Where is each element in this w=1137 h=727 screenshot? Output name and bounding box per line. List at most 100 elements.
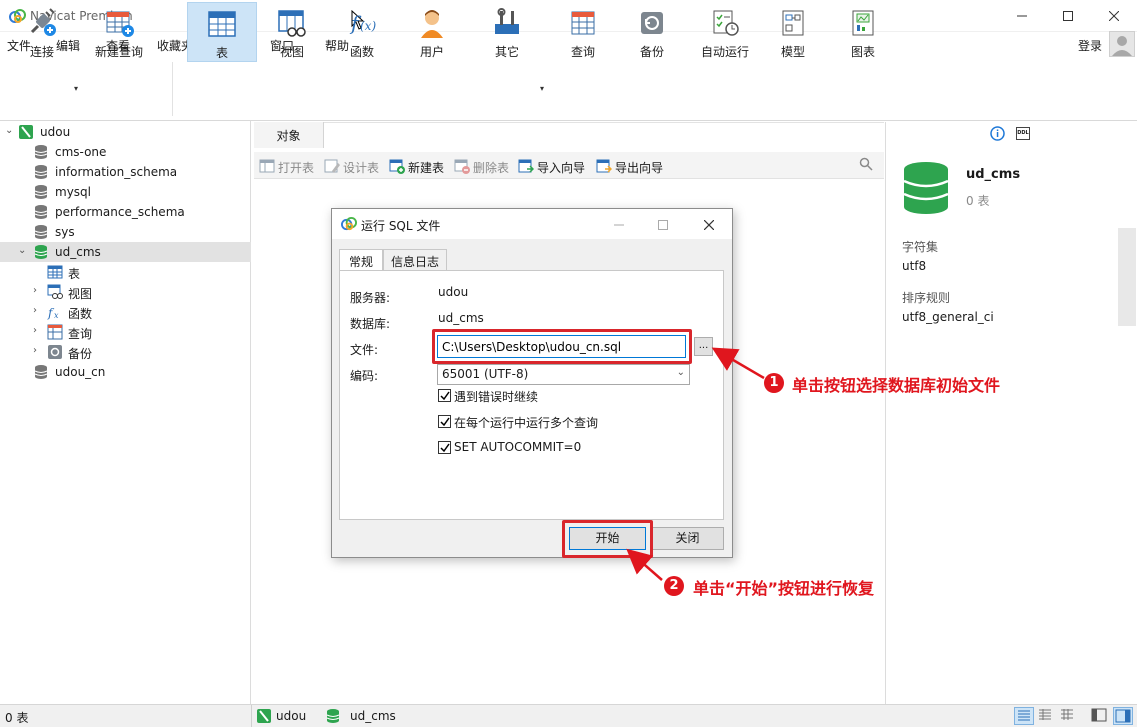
toolbar-chart-label: 图表	[850, 45, 875, 59]
expand-arrow-icon[interactable]: ›	[33, 345, 37, 356]
new-table-icon	[389, 159, 405, 174]
query-icon	[47, 324, 63, 340]
view-detail-button[interactable]	[1036, 707, 1056, 725]
toolbar-new-query-button[interactable]: 新建查询	[88, 2, 150, 62]
design-table-label: 设计表	[343, 161, 380, 175]
dialog-close-button[interactable]	[703, 219, 715, 233]
database-icon	[34, 165, 48, 179]
tab-objects[interactable]: 对象	[254, 122, 324, 148]
tree-node-tables[interactable]: 表	[0, 262, 251, 282]
toolbar-chart-button[interactable]: 图表	[832, 2, 894, 62]
export-wizard-label: 导出向导	[615, 161, 664, 175]
toolbar-query-button[interactable]: 查询	[552, 2, 614, 62]
grid-view-icon	[1061, 709, 1073, 720]
continue-on-error-checkbox[interactable]	[438, 389, 451, 402]
dialog-minimize-button[interactable]	[614, 219, 624, 233]
tree-db-label: cms-one	[55, 145, 107, 159]
toolbar-user-button[interactable]: 用户	[400, 2, 464, 62]
export-icon	[596, 159, 612, 173]
view-list-button[interactable]	[1014, 707, 1034, 725]
toolbar-backup-button[interactable]: 备份	[621, 2, 683, 62]
tree-db-udou-cn[interactable]: udou_cn	[0, 362, 251, 382]
toolbar-view-label: 视图	[279, 45, 304, 59]
tree-db-mysql[interactable]: mysql	[0, 182, 251, 202]
info-icon[interactable]	[990, 126, 1005, 141]
tree-node-label: 视图	[68, 287, 93, 301]
chart-icon	[852, 10, 874, 36]
collapse-arrow-icon[interactable]: ⌄	[5, 125, 13, 136]
svg-text:x: x	[54, 311, 59, 320]
table-icon	[208, 11, 236, 37]
multiple-queries-label: 在每个运行中运行多个查询	[454, 416, 599, 430]
connect-dropdown-icon[interactable]: ▾	[74, 84, 78, 93]
close-icon	[703, 219, 715, 231]
navicat-logo-icon	[341, 216, 357, 231]
tree-node-functions[interactable]: › fx 函数	[0, 302, 251, 322]
toggle-info-panel-button[interactable]	[1113, 707, 1133, 725]
toolbar-separator	[172, 62, 173, 116]
dialog-maximize-button[interactable]	[658, 219, 668, 233]
toggle-sidebar-button[interactable]	[1090, 707, 1110, 725]
dialog-title-bar: 运行 SQL 文件	[332, 209, 732, 239]
multiple-queries-checkbox[interactable]	[438, 415, 451, 428]
database-icon	[34, 145, 48, 159]
toolbar-connect-button[interactable]: 连接	[10, 2, 74, 62]
tree-node-backups[interactable]: › 备份	[0, 342, 251, 362]
minimize-icon	[614, 224, 624, 226]
tree-node-label: 备份	[68, 347, 93, 361]
database-open-icon	[34, 245, 48, 259]
tree-db-cms-one[interactable]: cms-one	[0, 142, 251, 162]
close-window-button[interactable]	[1091, 0, 1137, 32]
info-table-count: 0 表	[966, 194, 990, 208]
encoding-selected-value: 65001 (UTF-8)	[442, 367, 529, 381]
encoding-select[interactable]: 65001 (UTF-8) ⌄	[437, 364, 690, 385]
tab-message-log[interactable]: 信息日志	[383, 249, 447, 271]
toolbar-table-button[interactable]: 表	[187, 2, 257, 62]
tree-db-sys[interactable]: sys	[0, 222, 251, 242]
tree-db-information-schema[interactable]: information_schema	[0, 162, 251, 182]
continue-on-error-label: 遇到错误时继续	[454, 390, 539, 404]
expand-arrow-icon[interactable]: ›	[33, 325, 37, 336]
minimize-icon	[1017, 15, 1027, 17]
toolbar-model-button[interactable]: 模型	[762, 2, 824, 62]
import-wizard-label: 导入向导	[537, 161, 586, 175]
database-icon	[34, 225, 48, 239]
tree-node-views[interactable]: › 视图	[0, 282, 251, 302]
step1-annotation: 单击按钮选择数据库初始文件	[792, 376, 1001, 395]
other-dropdown-icon[interactable]: ▾	[540, 84, 544, 93]
view-er-button[interactable]	[1058, 707, 1078, 725]
close-button[interactable]: 关闭	[651, 527, 724, 550]
browse-file-button[interactable]: ...	[694, 337, 713, 356]
login-link[interactable]: 登录	[1078, 37, 1102, 54]
minimize-button[interactable]	[999, 0, 1045, 32]
tree-db-ud-cms[interactable]: ⌄ ud_cms	[0, 242, 251, 262]
view-icon	[278, 10, 306, 37]
step2-badge: 2	[664, 576, 684, 596]
expand-arrow-icon[interactable]: ›	[33, 305, 37, 316]
step2-annotation: 单击“开始”按钮进行恢复	[693, 579, 875, 598]
toolbar-function-button[interactable]: f (x) 函数	[330, 2, 394, 62]
autocommit-checkbox[interactable]	[438, 441, 451, 454]
avatar[interactable]	[1109, 31, 1135, 57]
schedule-icon	[713, 10, 739, 36]
toolbar-view-button[interactable]: 视图	[260, 2, 324, 62]
collapse-arrow-icon[interactable]: ⌄	[18, 245, 26, 256]
checkmark-icon	[440, 417, 450, 427]
info-panel-scrollbar[interactable]	[1118, 228, 1136, 326]
tab-general[interactable]: 常规	[339, 249, 383, 272]
tree-db-label: mysql	[55, 185, 91, 199]
maximize-button[interactable]	[1045, 0, 1091, 32]
navigation-tree: ⌄ udou cms-one information_schema mysql …	[0, 121, 251, 704]
tree-connection-udou[interactable]: ⌄ udou	[0, 122, 251, 142]
tree-node-queries[interactable]: › 查询	[0, 322, 251, 342]
info-db-name: ud_cms	[966, 167, 1021, 182]
status-count: 0 表	[5, 711, 29, 725]
model-icon	[782, 10, 804, 36]
search-icon[interactable]	[859, 157, 873, 171]
toolbar-user-label: 用户	[419, 45, 444, 59]
toolbar-other-button[interactable]: 其它	[476, 2, 538, 62]
ddl-icon[interactable]: DDL	[1016, 127, 1030, 140]
toolbar-automation-button[interactable]: 自动运行	[692, 2, 758, 62]
expand-arrow-icon[interactable]: ›	[33, 285, 37, 296]
tree-db-performance-schema[interactable]: performance_schema	[0, 202, 251, 222]
